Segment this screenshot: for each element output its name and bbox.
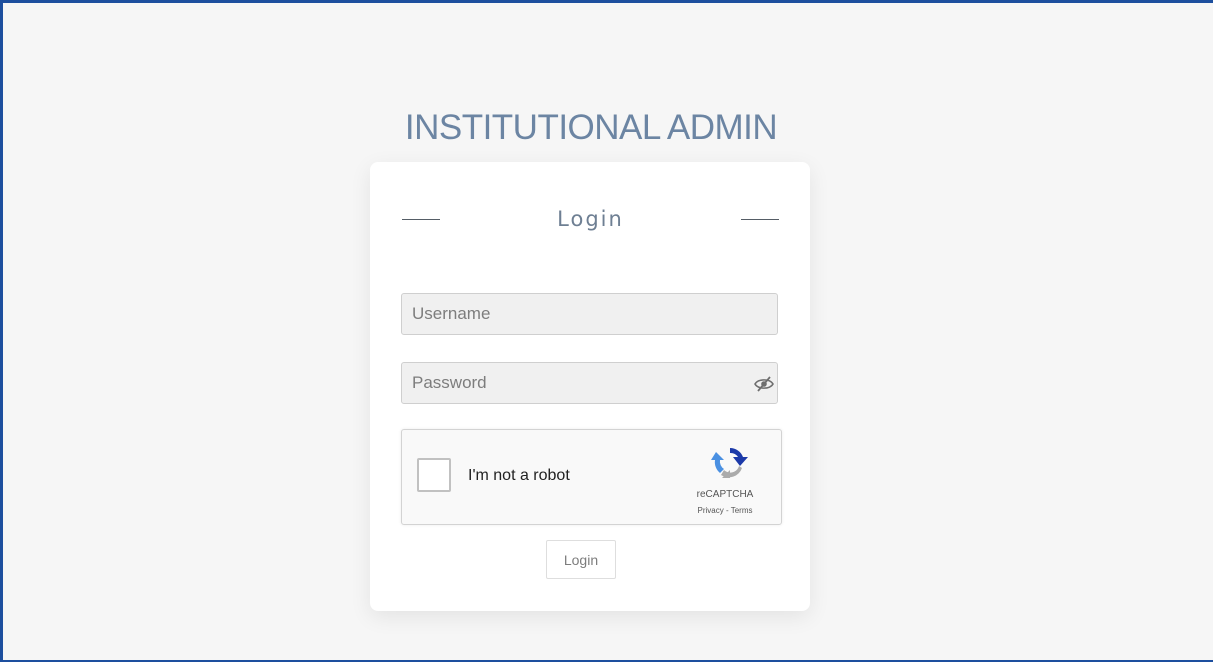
recaptcha-links-separator: - xyxy=(723,506,731,515)
login-button[interactable]: Login xyxy=(546,540,616,579)
login-card-header: Login xyxy=(402,204,779,234)
recaptcha-checkbox-label: I'm not a robot xyxy=(468,467,570,484)
eye-slash-icon[interactable] xyxy=(753,374,775,394)
password-input[interactable] xyxy=(402,363,777,403)
login-heading: Login xyxy=(557,207,624,231)
app-title: INSTITUTIONAL ADMIN xyxy=(404,108,778,147)
recaptcha-logo-icon xyxy=(710,444,750,482)
recaptcha-links: Privacy - Terms xyxy=(672,506,778,515)
recaptcha-terms-link[interactable]: Terms xyxy=(731,506,753,515)
header-divider-right xyxy=(741,219,779,220)
username-input[interactable] xyxy=(402,294,777,334)
login-card: Login I'm not a robot xyxy=(370,162,810,611)
recaptcha-brand: reCAPTCHA xyxy=(696,489,754,500)
password-field-wrapper xyxy=(401,362,778,404)
page-frame: INSTITUTIONAL ADMIN Login I'm not a robo… xyxy=(0,0,1213,662)
recaptcha-checkbox[interactable] xyxy=(417,458,451,492)
recaptcha-privacy-link[interactable]: Privacy xyxy=(698,506,724,515)
recaptcha-widget: I'm not a robot reCAPTCHA Privacy - Term… xyxy=(401,429,782,525)
username-field-wrapper xyxy=(401,293,778,335)
